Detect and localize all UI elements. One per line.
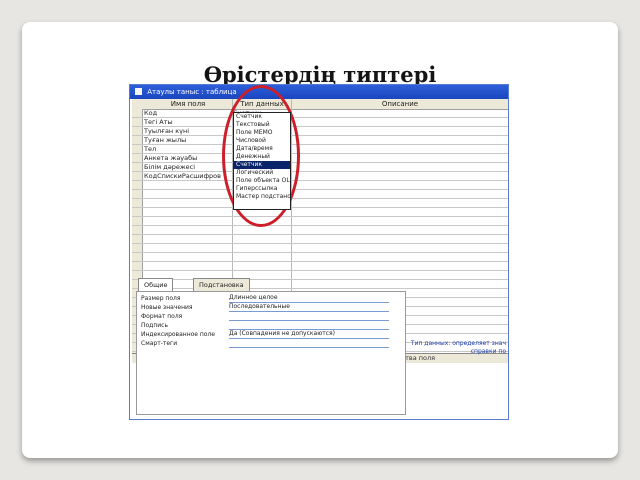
- table-row[interactable]: [132, 271, 508, 280]
- dropdown-option[interactable]: Числовой: [234, 137, 290, 145]
- table-row[interactable]: КодСпискиРасшифров: [132, 172, 508, 181]
- field-name-cell[interactable]: Тел: [144, 145, 232, 153]
- data-type-dropdown[interactable]: Счетчик Текстовый Поле MEMO Числовой Дата/вр…: [233, 112, 291, 210]
- window-titlebar[interactable]: Атаулы таныс : таблица: [130, 85, 508, 99]
- property-value-field[interactable]: Длинное целое: [229, 294, 389, 303]
- property-label: Подпись: [141, 322, 168, 329]
- table-row[interactable]: [132, 253, 508, 262]
- property-label: Формат поля: [141, 313, 183, 320]
- field-name-cell[interactable]: Туылған күні: [144, 127, 232, 135]
- dropdown-option[interactable]: Логический: [234, 169, 290, 177]
- table-row[interactable]: [132, 217, 508, 226]
- properties-panel: Размер поля Длинное целое Новые значения По…: [136, 291, 406, 415]
- table-row[interactable]: [132, 226, 508, 235]
- table-row[interactable]: Тел: [132, 145, 508, 154]
- property-label: Размер поля: [141, 295, 181, 302]
- property-value-field[interactable]: Последовательные: [229, 303, 389, 312]
- table-row[interactable]: [132, 190, 508, 199]
- dropdown-option[interactable]: Текстовый: [234, 121, 290, 129]
- property-label: Смарт-теги: [141, 340, 178, 347]
- property-label: Новые значения: [141, 304, 193, 311]
- table-row[interactable]: Туылған күні: [132, 127, 508, 136]
- table-row[interactable]: [132, 262, 508, 271]
- property-label: Индексированное поле: [141, 331, 216, 338]
- dropdown-option[interactable]: Счетчик: [234, 113, 290, 121]
- dropdown-option[interactable]: Поле объекта OLE: [234, 177, 290, 185]
- property-row: Новые значения Последовательные: [137, 303, 405, 312]
- property-row: Размер поля Длинное целое: [137, 294, 405, 303]
- tab-general[interactable]: Общие: [138, 278, 174, 292]
- field-name-cell[interactable]: КодСпискиРасшифров: [144, 172, 232, 180]
- header-field-name[interactable]: Имя поля: [144, 99, 232, 109]
- table-row[interactable]: КодСчетчик: [132, 109, 508, 118]
- property-value-field[interactable]: Да (Совпадения не допускаются): [229, 330, 389, 339]
- property-row: Формат поля: [137, 312, 405, 321]
- dropdown-option[interactable]: Поле MEMO: [234, 129, 290, 137]
- table-row[interactable]: [132, 208, 508, 217]
- property-row: Подпись: [137, 321, 405, 330]
- field-name-cell[interactable]: Туған жылы: [144, 136, 232, 144]
- field-name-cell[interactable]: Тегі Аты: [144, 118, 232, 126]
- help-line: справки по: [470, 348, 506, 355]
- property-value-field[interactable]: [229, 339, 389, 348]
- dropdown-option[interactable]: Дата/время: [234, 145, 290, 153]
- help-text: Тип данных: определяет знач справки по: [406, 340, 506, 356]
- window-title: Атаулы таныс : таблица: [147, 88, 237, 96]
- field-name-cell[interactable]: Білім дәрежесі: [144, 163, 232, 171]
- dropdown-option[interactable]: Гиперссылка: [234, 185, 290, 193]
- dropdown-option[interactable]: Счетчик: [234, 161, 290, 169]
- table-row[interactable]: Анкета жауабы: [132, 154, 508, 163]
- table-row[interactable]: Туған жылы: [132, 136, 508, 145]
- table-row[interactable]: Білім дәрежесі: [132, 163, 508, 172]
- property-value-field[interactable]: [229, 321, 389, 330]
- help-line: Тип данных: определяет знач: [410, 340, 506, 347]
- table-row[interactable]: [132, 199, 508, 208]
- dropdown-option[interactable]: Денежный: [234, 153, 290, 161]
- property-row: Индексированное поле Да (Совпадения не до…: [137, 330, 405, 339]
- table-row[interactable]: Тегі Аты: [132, 118, 508, 127]
- tab-lookup[interactable]: Подстановка: [193, 278, 250, 291]
- table-row[interactable]: [132, 235, 508, 244]
- field-name-cell[interactable]: Анкета жауабы: [144, 154, 232, 162]
- field-name-cell[interactable]: Код: [144, 109, 232, 117]
- property-row: Смарт-теги: [137, 339, 405, 348]
- table-row[interactable]: [132, 244, 508, 253]
- table-row[interactable]: [132, 181, 508, 190]
- property-value-field[interactable]: [229, 312, 389, 321]
- header-description[interactable]: Описание: [292, 99, 508, 109]
- table-icon: [135, 88, 142, 95]
- dropdown-option[interactable]: Мастер подстано: [234, 193, 290, 201]
- table-row[interactable]: [132, 280, 508, 289]
